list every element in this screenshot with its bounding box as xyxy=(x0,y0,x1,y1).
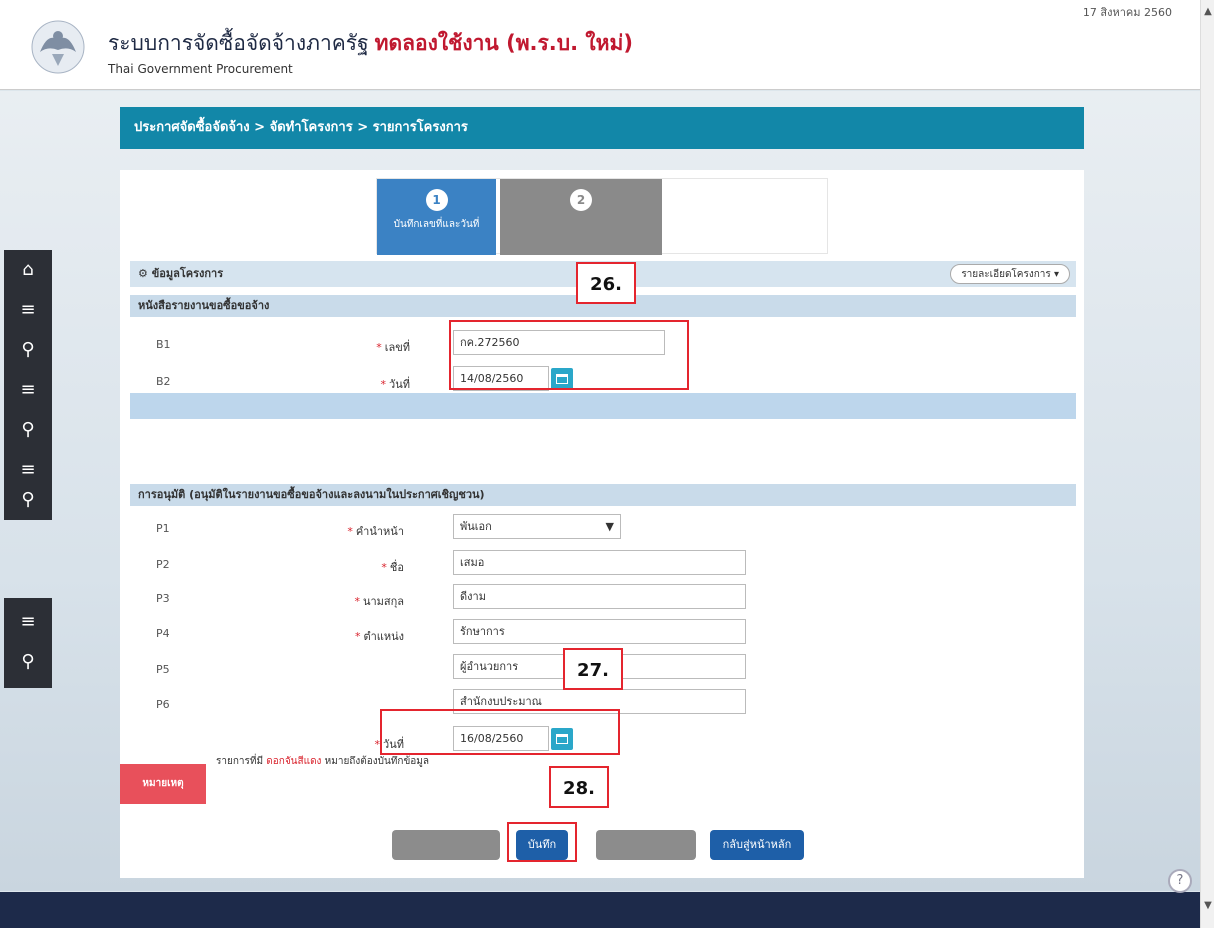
annotation-box-26 xyxy=(449,320,689,390)
page-scrollbar[interactable]: ▲ ▼ xyxy=(1200,0,1214,928)
row-code-b2: B2 xyxy=(156,375,171,388)
annotation-callout-27: 27. xyxy=(563,648,623,690)
footer xyxy=(0,892,1200,928)
back-home-button[interactable]: กลับสู่หน้าหลัก xyxy=(710,830,804,860)
left-dock-primary: ⌂ ≡ ⚲ ≡ ⚲ ≡ ⚲ xyxy=(4,250,52,520)
annotation-callout-28: 28. xyxy=(549,766,609,808)
last-name-label: * นามสกุล xyxy=(354,595,404,608)
section-divider xyxy=(130,393,1076,419)
menu-icon[interactable]: ≡ xyxy=(4,370,52,410)
annotation-box-27 xyxy=(380,709,620,755)
app-header: ระบบการจัดซื้อจัดจ้างภาครัฐ ทดลองใช้งาน (… xyxy=(0,0,1200,90)
position-input[interactable]: รักษาการ xyxy=(453,619,746,644)
chevron-down-icon: ▼ xyxy=(605,520,614,533)
breadcrumb[interactable]: ประกาศจัดซื้อจัดจ้าง > จัดทำโครงการ > รา… xyxy=(120,107,1084,149)
step-2-tab[interactable]: 2 xyxy=(500,179,662,255)
first-name-label-text: ชื่อ xyxy=(389,561,404,574)
memo-date-label: * วันที่ xyxy=(380,378,410,391)
garuda-logo-icon xyxy=(26,18,90,76)
row-code-p4: P4 xyxy=(156,627,170,640)
app-title: ระบบการจัดซื้อจัดจ้างภาครัฐ ทดลองใช้งาน (… xyxy=(108,27,633,60)
step-1-label: บันทึกเลขที่และวันที่ xyxy=(393,219,480,230)
row-code-b1: B1 xyxy=(156,338,171,351)
approval-section-title: การอนุมัติ (อนุมัติในรายงานขอซื้อขอจ้างแ… xyxy=(130,484,1076,506)
note-text-before: รายการที่มี xyxy=(216,756,264,767)
project-details-dropdown[interactable]: รายละเอียดโครงการ ▾ xyxy=(950,264,1070,284)
current-date: 17 สิงหาคม 2560 xyxy=(1082,6,1172,19)
annotation-callout-26: 26. xyxy=(576,262,636,304)
memo-date-label-text: วันที่ xyxy=(389,378,410,391)
search-icon[interactable]: ⚲ xyxy=(4,480,52,520)
step-1-number: 1 xyxy=(425,189,448,211)
last-name-label-text: นามสกุล xyxy=(362,595,404,608)
annotation-box-28 xyxy=(507,822,577,862)
project-info-title: ข้อมูลโครงการ xyxy=(151,267,224,280)
scroll-up-icon[interactable]: ▲ xyxy=(1201,6,1214,17)
scroll-down-icon[interactable]: ▼ xyxy=(1201,900,1214,911)
note-text-after: หมายถึงต้องบันทึกข้อมูล xyxy=(324,756,430,767)
position-label: * ตำแหน่ง xyxy=(354,630,404,643)
last-name-input[interactable]: ดีงาม xyxy=(453,584,746,609)
user-info: 17 สิงหาคม 2560 xyxy=(1083,6,1172,19)
note-badge: หมายเหตุ xyxy=(120,764,206,804)
search-icon[interactable]: ⚲ xyxy=(4,642,52,682)
title-prefix-value: พันเอก xyxy=(460,520,492,533)
title-prefix-label-text: คำนำหน้า xyxy=(355,525,404,538)
app-title-main: ระบบการจัดซื้อจัดจ้างภาครัฐ xyxy=(108,31,369,55)
memo-number-label-text: เลขที่ xyxy=(384,341,410,354)
row-code-p6: P6 xyxy=(156,698,170,711)
step-1-tab[interactable]: 1 บันทึกเลขที่และวันที่ xyxy=(377,179,496,255)
first-name-input[interactable]: เสมอ xyxy=(453,550,746,575)
search-icon[interactable]: ⚲ xyxy=(4,410,52,450)
home-icon[interactable]: ⌂ xyxy=(4,250,52,290)
first-name-label: * ชื่อ xyxy=(381,561,404,574)
title-prefix-label: * คำนำหน้า xyxy=(347,525,404,538)
help-icon[interactable]: ? xyxy=(1168,869,1192,893)
step1-disabled-button[interactable] xyxy=(392,830,500,860)
memo-number-label: * เลขที่ xyxy=(376,341,410,354)
menu-icon[interactable]: ≡ xyxy=(4,602,52,642)
row-code-p1: P1 xyxy=(156,522,170,535)
note-text-red: ดอกจันสีแดง xyxy=(266,756,322,767)
left-dock-secondary: ≡ ⚲ xyxy=(4,598,52,688)
step-indicator: 1 บันทึกเลขที่และวันที่ 2 xyxy=(376,178,828,255)
menu-icon[interactable]: ≡ xyxy=(4,290,52,330)
note-text: รายการที่มี ดอกจันสีแดง หมายถึงต้องบันทึ… xyxy=(216,754,429,769)
title-prefix-select[interactable]: พันเอก ▼ xyxy=(453,514,621,539)
step-2-number: 2 xyxy=(570,189,592,211)
sliders-icon: ⚙ xyxy=(138,267,148,280)
position-label-text: ตำแหน่ง xyxy=(363,630,404,643)
row-code-p3: P3 xyxy=(156,592,170,605)
trial-badge: ทดลองใช้งาน (พ.ร.บ. ใหม่) xyxy=(374,31,633,55)
app-subtitle: Thai Government Procurement xyxy=(108,62,293,76)
search-icon[interactable]: ⚲ xyxy=(4,330,52,370)
row-code-p5: P5 xyxy=(156,663,170,676)
next-step-disabled-button[interactable] xyxy=(596,830,696,860)
row-code-p2: P2 xyxy=(156,558,170,571)
